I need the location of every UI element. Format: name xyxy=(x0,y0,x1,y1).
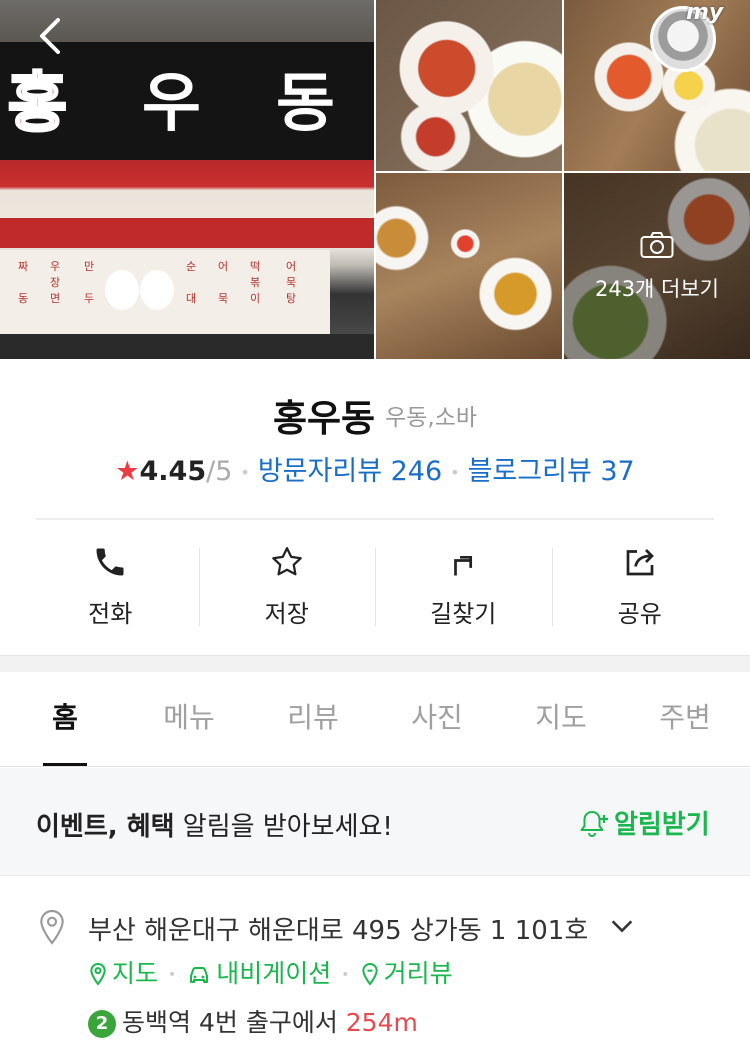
action-bar: 전화 저장 길찾기 공유 xyxy=(22,538,728,638)
separator-dot: • xyxy=(450,463,460,482)
tab-photo[interactable]: 사진 xyxy=(375,672,499,766)
station-exit: 4번 출구에서 xyxy=(191,1008,346,1037)
rating-value: 4.45 xyxy=(139,456,207,487)
rating-max: /5 xyxy=(206,456,233,487)
food-photo-3[interactable] xyxy=(376,173,562,359)
tab-map[interactable]: 지도 xyxy=(499,672,623,766)
tab-home[interactable]: 홈 xyxy=(3,672,127,766)
subscribe-alarm-label: 알림받기 xyxy=(614,810,710,840)
save-label: 저장 xyxy=(264,600,309,628)
star-outline-icon xyxy=(271,547,302,576)
navigation-link[interactable]: 내비게이션 xyxy=(186,959,331,988)
visitor-review-link[interactable]: 방문자리뷰 246 xyxy=(258,456,442,487)
storefront-entrance xyxy=(0,334,374,359)
tab-nearby[interactable]: 주변 xyxy=(623,672,747,766)
call-button[interactable]: 전화 xyxy=(22,538,199,638)
sign-stripe xyxy=(0,218,374,248)
share-label: 공유 xyxy=(617,600,662,628)
food-photo-1[interactable] xyxy=(376,0,562,171)
divider xyxy=(36,518,714,520)
directions-icon xyxy=(454,555,473,576)
save-button[interactable]: 저장 xyxy=(198,538,376,638)
section-gap xyxy=(0,655,750,672)
streetview-pin-icon xyxy=(361,962,378,986)
share-button[interactable]: 공유 xyxy=(551,538,729,638)
star-icon: ★ xyxy=(115,456,140,487)
station-name: 동백역 xyxy=(122,1008,192,1037)
notice-rest: 알림을 받아보세요! xyxy=(174,812,393,842)
call-label: 전화 xyxy=(88,600,133,628)
menu-board: 우 장 동 면 두 짜 만 순 대 어 묵 떡 볶 이 어 묵 탕 xyxy=(0,250,330,334)
subway-info: 2 동백역 4번 출구에서 254m xyxy=(88,1003,418,1039)
address-links: 지도 • 내비게이션 • 거리뷰 xyxy=(88,954,453,990)
notice-text: 이벤트, 혜택 알림을 받아보세요! xyxy=(36,806,393,843)
subway-line-badge: 2 xyxy=(88,1010,116,1038)
notice-bold: 이벤트, 혜택 xyxy=(36,812,175,842)
more-photos-label: 243개 더보기 xyxy=(594,277,720,301)
tab-bar: 홈 메뉴 리뷰 사진 지도 주변 xyxy=(0,672,750,767)
location-pin-icon xyxy=(40,909,64,945)
blog-review-link[interactable]: 블로그리뷰 37 xyxy=(468,456,635,487)
phone-icon xyxy=(96,548,124,576)
more-photos-button[interactable]: 243개 더보기 xyxy=(564,173,750,359)
place-category: 우동,소바 xyxy=(385,405,478,431)
place-name: 홍우동 xyxy=(272,397,376,440)
tab-menu[interactable]: 메뉴 xyxy=(127,672,251,766)
photo-gallery: 홍 우 동 우 장 동 면 두 짜 만 순 대 어 묵 떡 볶 이 어 묵 탕 xyxy=(0,0,750,359)
bell-plus-icon xyxy=(580,811,608,837)
camera-icon xyxy=(640,232,674,258)
rating-row: ★4.45/5 • 방문자리뷰 246 • 블로그리뷰 37 xyxy=(0,449,750,488)
map-pin-icon xyxy=(90,962,106,986)
map-link[interactable]: 지도 xyxy=(88,959,158,988)
car-icon xyxy=(190,967,209,983)
back-arrow-icon[interactable] xyxy=(34,16,66,56)
subscribe-alarm-button[interactable]: 알림받기 xyxy=(578,804,710,841)
address-text[interactable]: 부산 해운대구 해운대로 495 상가동 1 101호 xyxy=(88,910,588,947)
chevron-down-icon[interactable] xyxy=(608,912,636,940)
station-distance: 254m xyxy=(345,1008,418,1037)
place-title-row: 홍우동 우동,소바 xyxy=(0,388,750,442)
directions-label: 길찾기 xyxy=(430,600,497,628)
streetview-link[interactable]: 거리뷰 xyxy=(360,959,453,988)
separator-dot: • xyxy=(240,463,250,482)
share-icon xyxy=(626,549,654,576)
directions-button[interactable]: 길찾기 xyxy=(375,538,552,638)
event-notice: 이벤트, 혜택 알림을 받아보세요! 알림받기 xyxy=(0,768,750,876)
tab-review[interactable]: 리뷰 xyxy=(251,672,375,766)
my-tag: my xyxy=(686,0,724,25)
